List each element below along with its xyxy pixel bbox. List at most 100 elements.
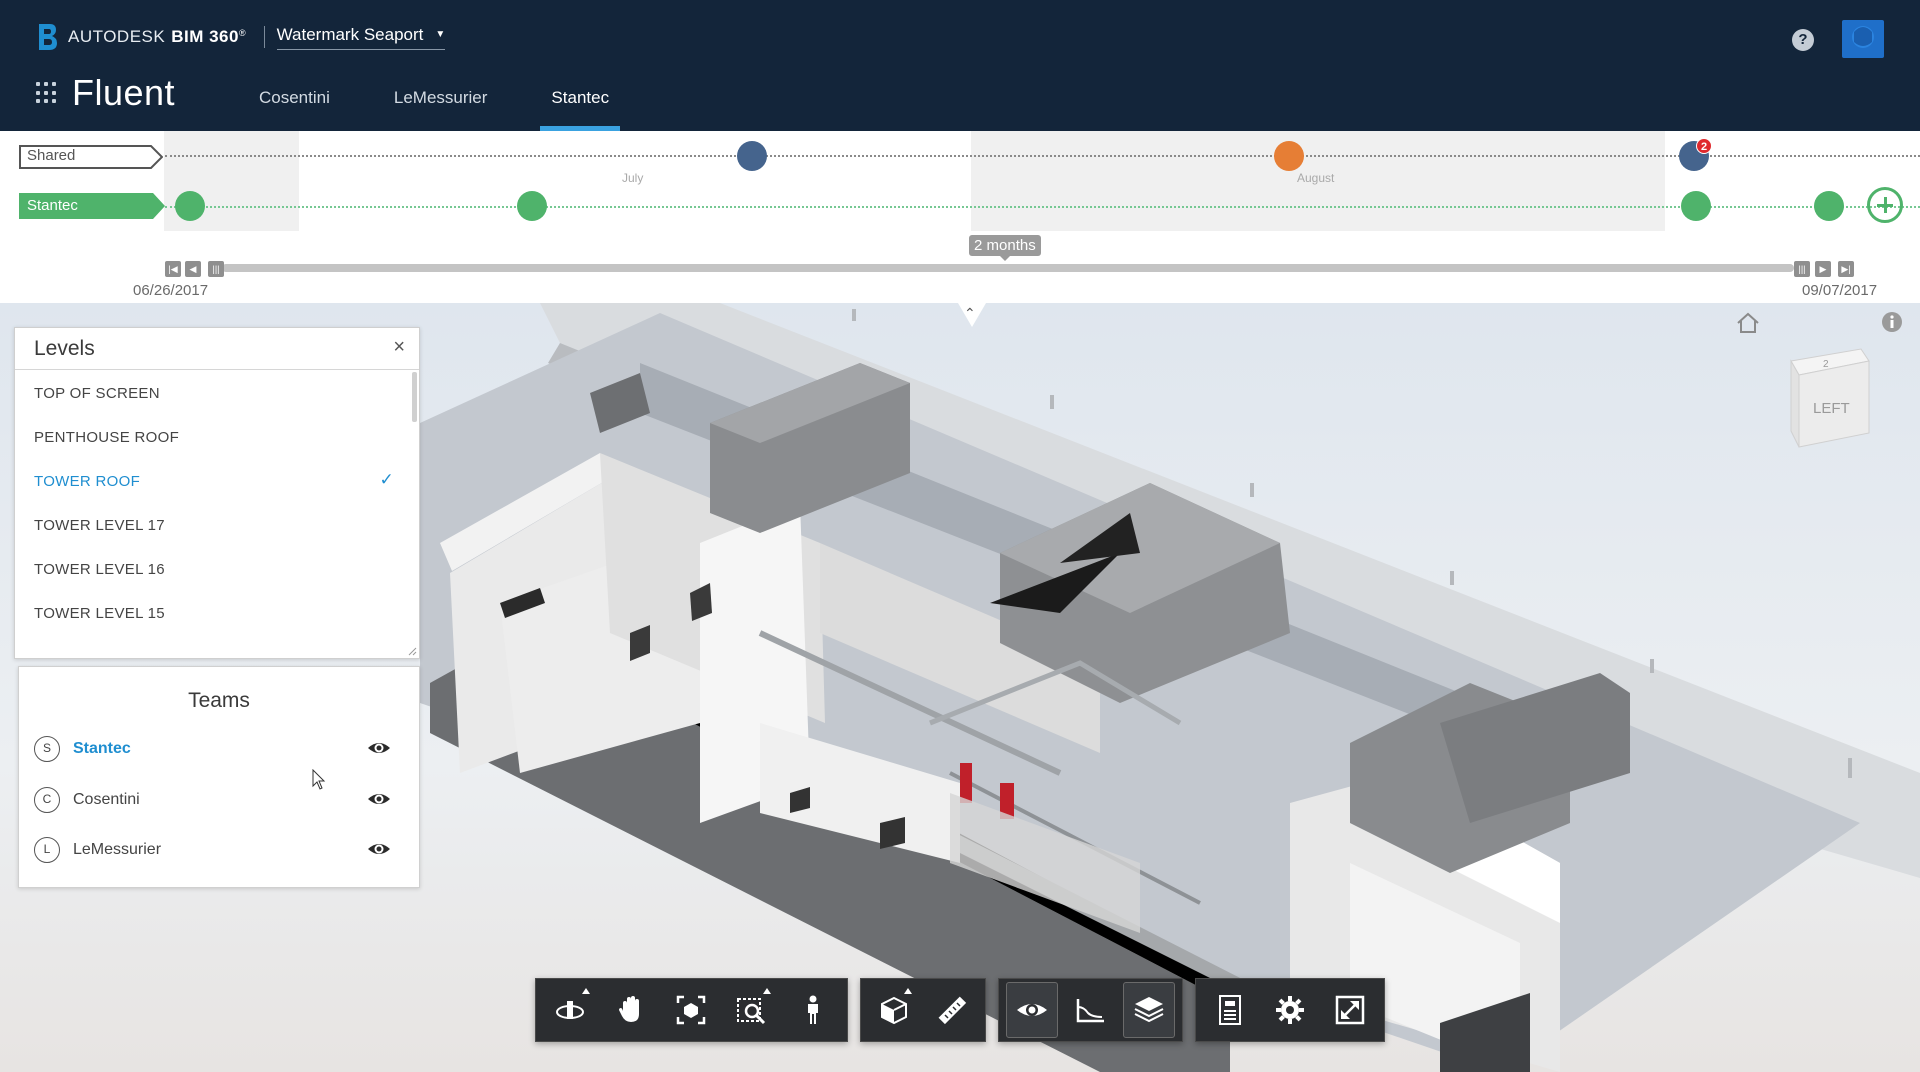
settings-icon — [1276, 996, 1304, 1024]
team-initial-avatar: L — [34, 837, 60, 863]
range-start-date: 06/26/2017 — [133, 282, 209, 299]
team-row-lemessurier[interactable]: L LeMessurier — [34, 832, 399, 868]
visibility-tool[interactable] — [1006, 982, 1059, 1038]
level-item[interactable]: TOWER LEVEL 17 — [15, 503, 409, 547]
team-name: LeMessurier — [73, 841, 162, 858]
fit-to-view-tool[interactable] — [664, 982, 719, 1038]
skip-to-end-icon[interactable]: ▶| — [1838, 261, 1854, 277]
level-label: TOWER LEVEL 16 — [34, 560, 165, 578]
bim360-logo-icon — [39, 24, 57, 50]
month-label-august: August — [1297, 171, 1335, 185]
shared-track-line — [165, 155, 1920, 157]
fullscreen-tool[interactable] — [1323, 982, 1377, 1038]
level-item[interactable]: TOWER LEVEL 15 — [15, 591, 409, 635]
info-icon[interactable] — [1881, 311, 1903, 333]
stantec-milestone[interactable] — [517, 191, 547, 221]
team-initial-avatar: C — [34, 787, 60, 813]
level-item[interactable]: PENTHOUSE ROOF — [15, 415, 409, 459]
properties-icon — [1219, 995, 1241, 1025]
teams-panel: Teams S Stantec C Cosentini L LeMessurie… — [18, 666, 420, 888]
shared-milestone[interactable] — [1274, 141, 1304, 171]
pan-icon — [618, 996, 639, 1022]
mouse-cursor-icon — [312, 769, 326, 790]
team-initial-avatar: S — [34, 736, 60, 762]
properties-tool[interactable] — [1203, 982, 1257, 1038]
viewcube-navigation[interactable]: 2 LEFT — [1783, 345, 1873, 455]
viewcube-face-label: LEFT — [1813, 400, 1850, 417]
profile-icon — [1076, 999, 1104, 1023]
app-title-row: Fluent — [36, 72, 175, 114]
tab-stantec[interactable]: Stantec — [540, 80, 620, 131]
app-title: Fluent — [72, 72, 176, 113]
zoom-window-tool[interactable] — [725, 982, 780, 1038]
app-switcher-grid-icon[interactable] — [36, 82, 58, 104]
levels-list: TOP OF SCREEN PENTHOUSE ROOF TOWER ROOF ✓… — [15, 371, 409, 635]
layers-tool[interactable] — [1122, 982, 1175, 1038]
level-label: TOP OF SCREEN — [34, 384, 160, 402]
eye-icon[interactable] — [367, 739, 391, 757]
tab-lemessurier[interactable]: LeMessurier — [383, 80, 499, 131]
measure-tool[interactable] — [926, 982, 978, 1038]
levels-panel: Levels × TOP OF SCREEN PENTHOUSE ROOF TO… — [14, 327, 420, 659]
chevron-down-icon: ▼ — [435, 29, 446, 40]
shared-milestone[interactable] — [737, 141, 767, 171]
visibility-icon — [1017, 1004, 1048, 1016]
brand-mark: ® — [238, 28, 246, 38]
step-back-icon[interactable]: ◀ — [185, 261, 201, 277]
brand-area: AUTODESK BIM 360 ® Watermark Seaport ▼ — [36, 22, 446, 52]
teams-title: Teams — [188, 689, 250, 712]
resize-grip-icon[interactable] — [407, 646, 417, 656]
section-box-tool[interactable] — [868, 982, 920, 1038]
project-selector[interactable]: Watermark Seaport ▼ — [276, 25, 446, 50]
level-label: TOWER LEVEL 15 — [34, 604, 165, 622]
fullscreen-icon — [1335, 995, 1365, 1025]
user-avatar-icon — [1852, 26, 1874, 48]
navigation-tools-group — [535, 978, 848, 1042]
skip-to-start-icon[interactable]: |◀ — [165, 261, 181, 277]
checkmark-icon: ✓ — [379, 470, 394, 489]
user-avatar[interactable] — [1842, 20, 1884, 58]
levels-scrollbar[interactable] — [412, 372, 417, 422]
level-item[interactable]: TOWER LEVEL 16 — [15, 547, 409, 591]
notification-badge: 2 — [1696, 138, 1712, 154]
section-box-icon — [881, 996, 907, 1025]
measure-icon — [938, 996, 967, 1025]
fit-to-view-icon — [677, 995, 706, 1025]
stantec-milestone[interactable] — [175, 191, 205, 221]
orbit-tool[interactable] — [543, 982, 598, 1038]
track-shared-text: Shared — [27, 147, 76, 164]
profile-tool[interactable] — [1064, 982, 1116, 1038]
range-start-handle[interactable]: ||| — [208, 261, 224, 277]
level-label: TOWER LEVEL 17 — [34, 516, 165, 534]
first-person-icon — [807, 995, 818, 1024]
chevron-updown-icon[interactable]: ⌃ — [964, 305, 976, 322]
step-forward-icon[interactable]: ▶ — [1815, 261, 1831, 277]
eye-icon[interactable] — [367, 790, 391, 808]
stantec-track-line — [165, 206, 1920, 208]
timeline: July August Shared 2 Stantec 2 months |◀… — [0, 131, 1920, 303]
stantec-milestone[interactable] — [1814, 191, 1844, 221]
eye-icon[interactable] — [367, 840, 391, 858]
help-icon[interactable]: ? — [1792, 29, 1814, 51]
level-item[interactable]: TOP OF SCREEN — [15, 371, 409, 415]
range-end-handle[interactable]: ||| — [1794, 261, 1810, 277]
tab-cosentini[interactable]: Cosentini — [248, 80, 341, 131]
settings-tools-group — [1195, 978, 1385, 1042]
first-person-tool[interactable] — [785, 982, 840, 1038]
team-row-cosentini[interactable]: C Cosentini — [34, 782, 399, 818]
display-tools-group — [998, 978, 1183, 1042]
team-name: Stantec — [73, 740, 131, 757]
levels-header: Levels × — [15, 328, 419, 370]
zoom-window-icon — [737, 998, 766, 1025]
stantec-milestone[interactable] — [1681, 191, 1711, 221]
level-item-selected[interactable]: TOWER ROOF ✓ — [15, 459, 409, 503]
settings-tool[interactable] — [1263, 982, 1317, 1038]
pan-tool[interactable] — [604, 982, 659, 1038]
level-label: PENTHOUSE ROOF — [34, 428, 180, 446]
team-row-stantec[interactable]: S Stantec — [34, 731, 399, 767]
home-view-icon[interactable] — [1735, 311, 1761, 335]
add-milestone-button[interactable] — [1867, 187, 1903, 223]
range-end-date: 09/07/2017 — [1802, 282, 1878, 299]
close-icon[interactable]: × — [393, 336, 405, 359]
timeline-range-slider[interactable] — [222, 264, 1794, 272]
